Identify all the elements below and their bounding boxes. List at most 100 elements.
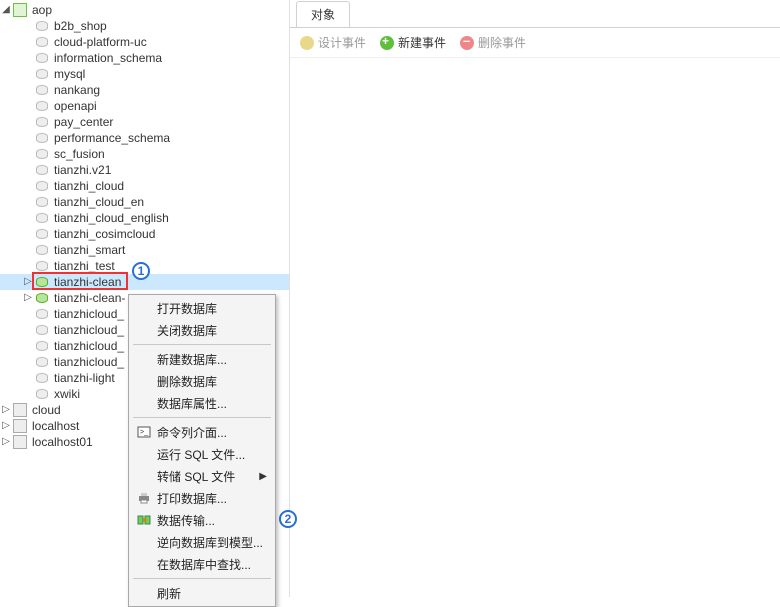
menu-item[interactable]: 逆向数据库到模型... bbox=[131, 531, 273, 553]
menu-item[interactable]: 新建数据库... bbox=[131, 348, 273, 370]
menu-item[interactable]: 打开数据库 bbox=[131, 297, 273, 319]
terminal-icon: >_ bbox=[135, 424, 153, 440]
database-icon bbox=[34, 354, 50, 370]
menu-item-label: 命令列介面... bbox=[157, 424, 227, 441]
database-item[interactable]: tianzhi_cloud_english bbox=[0, 210, 289, 226]
new-event-label: 新建事件 bbox=[398, 34, 446, 51]
database-item[interactable]: tianzhi_test bbox=[0, 258, 289, 274]
expander-icon[interactable]: ▷ bbox=[22, 290, 34, 306]
menu-item[interactable]: 数据传输... bbox=[131, 509, 273, 531]
connection-icon bbox=[12, 418, 28, 434]
menu-item[interactable]: >_ 命令列介面... bbox=[131, 421, 273, 443]
tree-item-label: tianzhi-clean bbox=[52, 274, 121, 290]
menu-item[interactable]: 刷新 bbox=[131, 582, 273, 604]
tree-item-label: mysql bbox=[52, 66, 85, 82]
expander-icon[interactable]: ▷ bbox=[0, 434, 12, 450]
database-item[interactable]: b2b_shop bbox=[0, 18, 289, 34]
database-icon bbox=[34, 66, 50, 82]
new-event-button[interactable]: 新建事件 bbox=[380, 34, 446, 51]
tree-item-label: tianzhi_cloud bbox=[52, 178, 124, 194]
design-icon bbox=[300, 36, 314, 50]
blank-icon bbox=[135, 534, 153, 550]
database-item[interactable]: sc_fusion bbox=[0, 146, 289, 162]
database-item[interactable]: mysql bbox=[0, 66, 289, 82]
tree-item-label: cloud bbox=[30, 402, 61, 418]
database-icon bbox=[34, 338, 50, 354]
menu-item[interactable]: 数据库属性... bbox=[131, 392, 273, 414]
database-item[interactable]: ▷ tianzhi-clean bbox=[0, 274, 289, 290]
database-icon bbox=[34, 274, 50, 290]
database-icon bbox=[34, 210, 50, 226]
blank-icon bbox=[135, 373, 153, 389]
connection-icon bbox=[12, 434, 28, 450]
database-icon bbox=[34, 178, 50, 194]
database-item[interactable]: tianzhi.v21 bbox=[0, 162, 289, 178]
database-icon bbox=[34, 162, 50, 178]
expander-icon[interactable]: ▷ bbox=[22, 274, 34, 290]
menu-item[interactable]: 转储 SQL 文件▶ bbox=[131, 465, 273, 487]
database-icon bbox=[34, 98, 50, 114]
database-icon bbox=[34, 386, 50, 402]
connection-aop[interactable]: ◢aop bbox=[0, 2, 289, 18]
transfer-icon bbox=[135, 512, 153, 528]
delete-event-label: 删除事件 bbox=[478, 34, 526, 51]
database-item[interactable]: pay_center bbox=[0, 114, 289, 130]
database-icon bbox=[34, 322, 50, 338]
blank-icon bbox=[135, 395, 153, 411]
tab-objects[interactable]: 对象 bbox=[296, 1, 350, 27]
plus-icon bbox=[380, 36, 394, 50]
tree-item-label: openapi bbox=[52, 98, 97, 114]
expander-icon[interactable]: ▷ bbox=[0, 402, 12, 418]
tree-item-label: tianzhicloud_ bbox=[52, 306, 124, 322]
menu-item[interactable]: 打印数据库... bbox=[131, 487, 273, 509]
menu-separator bbox=[133, 578, 271, 579]
database-item[interactable]: performance_schema bbox=[0, 130, 289, 146]
tree-item-label: pay_center bbox=[52, 114, 113, 130]
minus-icon bbox=[460, 36, 474, 50]
tree-item-label: tianzhi_cloud_en bbox=[52, 194, 144, 210]
menu-item-label: 刷新 bbox=[157, 585, 181, 602]
database-item[interactable]: nankang bbox=[0, 82, 289, 98]
tree-item-label: sc_fusion bbox=[52, 146, 105, 162]
database-item[interactable]: tianzhi_smart bbox=[0, 242, 289, 258]
tree-item-label: xwiki bbox=[52, 386, 80, 402]
expander-icon[interactable]: ◢ bbox=[0, 2, 12, 18]
database-icon bbox=[34, 306, 50, 322]
database-icon bbox=[34, 258, 50, 274]
database-icon bbox=[34, 114, 50, 130]
menu-item-label: 转储 SQL 文件 bbox=[157, 468, 235, 485]
database-icon bbox=[34, 194, 50, 210]
database-icon bbox=[34, 34, 50, 50]
database-item[interactable]: tianzhi_cloud bbox=[0, 178, 289, 194]
context-menu[interactable]: 打开数据库关闭数据库新建数据库...删除数据库数据库属性... >_ 命令列介面..… bbox=[128, 294, 276, 607]
database-item[interactable]: tianzhi_cloud_en bbox=[0, 194, 289, 210]
blank-icon bbox=[135, 468, 153, 484]
database-item[interactable]: cloud-platform-uc bbox=[0, 34, 289, 50]
database-item[interactable]: openapi bbox=[0, 98, 289, 114]
blank-icon bbox=[135, 585, 153, 601]
tree-item-label: tianzhi-clean- bbox=[52, 290, 125, 306]
database-icon bbox=[34, 50, 50, 66]
connection-icon bbox=[12, 402, 28, 418]
menu-item-label: 数据库属性... bbox=[157, 395, 227, 412]
menu-item[interactable]: 删除数据库 bbox=[131, 370, 273, 392]
tree-item-label: tianzhi_test bbox=[52, 258, 115, 274]
database-icon bbox=[34, 370, 50, 386]
printer-icon bbox=[135, 490, 153, 506]
blank-icon bbox=[135, 300, 153, 316]
svg-text:>_: >_ bbox=[140, 429, 148, 436]
menu-item[interactable]: 在数据库中查找... bbox=[131, 553, 273, 575]
database-item[interactable]: tianzhi_cosimcloud bbox=[0, 226, 289, 242]
database-icon bbox=[34, 18, 50, 34]
menu-item[interactable]: 关闭数据库 bbox=[131, 319, 273, 341]
expander-icon[interactable]: ▷ bbox=[0, 418, 12, 434]
menu-item[interactable]: 运行 SQL 文件... bbox=[131, 443, 273, 465]
database-item[interactable]: information_schema bbox=[0, 50, 289, 66]
blank-icon bbox=[135, 322, 153, 338]
tree-item-label: tianzhicloud_ bbox=[52, 322, 124, 338]
menu-item-label: 数据传输... bbox=[157, 512, 215, 529]
tree-item-label: performance_schema bbox=[52, 130, 170, 146]
blank-icon bbox=[135, 446, 153, 462]
tree-item-label: b2b_shop bbox=[52, 18, 107, 34]
menu-separator bbox=[133, 344, 271, 345]
